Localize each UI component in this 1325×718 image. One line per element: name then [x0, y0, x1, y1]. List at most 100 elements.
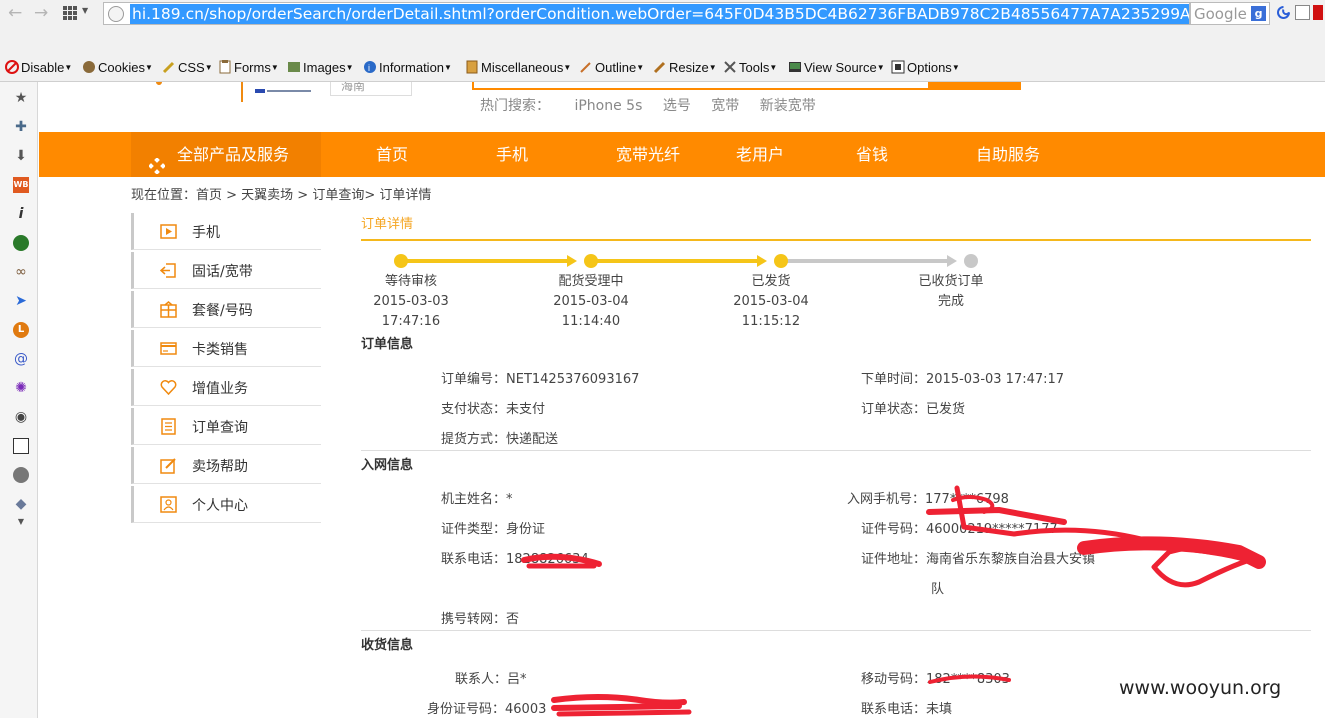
nav-existing-users[interactable]: 老用户 — [736, 132, 784, 177]
contact-person: 联系人：吕* — [455, 672, 527, 687]
hot-search-link[interactable]: 新装宽带 — [760, 98, 816, 114]
options-menu[interactable]: Options▼ — [891, 59, 960, 77]
nav-home[interactable]: 首页 — [376, 132, 408, 177]
site-logo[interactable] — [131, 82, 226, 96]
progress-track-done — [407, 259, 569, 263]
order-time: 下单时间：2015-03-03 17:47:17 — [861, 372, 1065, 387]
id-number: 证件号码：46000219*****7177 — [861, 522, 1058, 537]
qr-icon[interactable] — [13, 438, 29, 454]
progress-track-todo — [787, 259, 949, 263]
nav-phone[interactable]: 手机 — [496, 132, 528, 177]
web-page: 海南 热门搜索： iPhone 5s 选号 宽带 新装宽带 全部产品及服务 首页… — [39, 82, 1325, 718]
web-developer-toolbar: Disable▼ Cookies▼ CSS▼ Forms▼ Images▼ iI… — [0, 55, 1325, 82]
browser-toolbar: ← → ▼ hi.189.cn/shop/orderSearch/orderDe… — [0, 0, 1325, 27]
nav-save-money[interactable]: 省钱 — [856, 132, 888, 177]
logo-divider — [241, 82, 243, 102]
glasses-icon[interactable]: ∞ — [13, 264, 29, 280]
progress-track-done — [597, 259, 759, 263]
information-menu[interactable]: i Information▼ — [363, 59, 452, 77]
google-icon: g — [1251, 6, 1266, 21]
options-icon — [891, 60, 905, 74]
menu-item-personal[interactable]: 个人中心 — [131, 486, 321, 523]
all-products-label: 全部产品及服务 — [177, 145, 290, 164]
bug-icon[interactable]: ✺ — [13, 380, 29, 396]
star-icon[interactable]: ★ — [13, 90, 29, 106]
resize-icon — [653, 60, 667, 74]
puzzle-icon[interactable]: ✚ — [13, 119, 29, 135]
view-source-menu[interactable]: View Source▼ — [788, 59, 885, 77]
tag-icon[interactable]: ◆ — [13, 496, 29, 512]
menu-item-value-added[interactable]: 增值业务 — [131, 369, 321, 406]
disable-menu[interactable]: Disable▼ — [5, 59, 72, 77]
bookmark-icon[interactable] — [1313, 5, 1323, 20]
back-icon[interactable]: ← — [8, 3, 22, 23]
shield-icon[interactable] — [13, 235, 29, 251]
menu-item-help[interactable]: 卖场帮助 — [131, 447, 321, 484]
hot-search-link[interactable]: 选号 — [663, 98, 691, 114]
heart-icon — [160, 379, 177, 396]
view-source-icon — [788, 60, 802, 74]
watermark: www.wooyun.org — [1119, 677, 1282, 699]
progress-arrow — [757, 255, 767, 267]
shipping-contact-phone: 联系电话：未填 — [861, 702, 953, 717]
toolbar-spacer — [0, 27, 1325, 55]
tools-icon — [723, 60, 737, 74]
progress-step-2: 配货受理中 2015-03-04 11:14:40 — [553, 274, 629, 329]
all-products-button[interactable]: 全部产品及服务 — [131, 132, 321, 177]
resize-menu[interactable]: Resize▼ — [653, 59, 717, 77]
menu-item-order-query[interactable]: 订单查询 — [131, 408, 321, 445]
id-type: 证件类型：身份证 — [441, 522, 546, 537]
spiral-icon[interactable]: @ — [13, 351, 29, 367]
mobile-number: 移动号码：182****8303 — [861, 672, 1010, 687]
images-icon — [287, 60, 301, 74]
hot-search-link[interactable]: 宽带 — [711, 98, 739, 114]
nav-broadband[interactable]: 宽带光纤 — [616, 132, 680, 177]
menu-item-phone[interactable]: 手机 — [131, 213, 321, 250]
nav-self-service[interactable]: 自助服务 — [976, 132, 1040, 177]
palette-icon[interactable]: ◉ — [13, 409, 29, 425]
search-box[interactable]: Google g — [1190, 2, 1270, 25]
hot-search-link[interactable]: iPhone 5s — [574, 98, 642, 114]
chevron-down-icon[interactable]: ▼ — [82, 6, 88, 15]
number-porting: 携号转网：否 — [441, 612, 520, 627]
network-info-heading: 入网信息 — [361, 458, 414, 473]
id-address-continued: 队 — [931, 582, 945, 597]
progress-step-dot — [584, 254, 598, 268]
progress-arrow — [947, 255, 957, 267]
section-title-underline — [361, 239, 1311, 241]
browser-sidebar: ★ ✚ ⬇ WB i ∞ ➤ L @ ✺ ◉ ◆ ▼ — [0, 82, 38, 718]
tools-menu[interactable]: Tools▼ — [723, 59, 777, 77]
weibo-icon[interactable]: WB — [13, 177, 29, 193]
region-select[interactable]: 海南 — [330, 82, 412, 96]
search-button[interactable] — [930, 82, 1021, 90]
progress-arrow — [567, 255, 577, 267]
owner-name: 机主姓名：* — [441, 492, 513, 507]
lastpass-icon[interactable]: L — [13, 322, 29, 338]
search-input[interactable] — [472, 82, 930, 90]
shipping-id-number: 身份证号码：46003 — [427, 702, 547, 717]
apps-grid-icon[interactable] — [63, 5, 77, 20]
swirl-icon[interactable] — [1276, 5, 1291, 20]
globe-icon[interactable] — [13, 467, 29, 483]
address-bar[interactable]: hi.189.cn/shop/orderSearch/orderDetail.s… — [103, 2, 1190, 25]
globe-icon — [108, 6, 124, 22]
menu-item-landline[interactable]: 固话/宽带 — [131, 252, 321, 289]
info-icon[interactable]: i — [13, 206, 29, 222]
menu-item-cards[interactable]: 卡类销售 — [131, 330, 321, 367]
css-menu[interactable]: CSS▼ — [162, 59, 213, 77]
page-icon[interactable] — [1295, 5, 1310, 20]
cookies-menu[interactable]: Cookies▼ — [82, 59, 153, 77]
download-icon[interactable]: ⬇ — [13, 148, 29, 164]
cursor-icon[interactable]: ➤ — [13, 293, 29, 309]
disable-icon — [5, 60, 19, 74]
outline-menu[interactable]: Outline▼ — [579, 59, 644, 77]
forward-icon[interactable]: → — [34, 3, 48, 23]
forms-menu[interactable]: Forms▼ — [218, 59, 279, 77]
main-nav: 全部产品及服务 首页 手机 宽带光纤 老用户 省钱 自助服务 — [39, 132, 1325, 177]
chevron-down-icon[interactable]: ▼ — [13, 514, 29, 530]
forms-icon — [218, 60, 232, 74]
miscellaneous-menu[interactable]: Miscellaneous▼ — [465, 59, 571, 77]
url-text[interactable]: hi.189.cn/shop/orderSearch/orderDetail.s… — [130, 4, 1189, 24]
menu-item-package[interactable]: 套餐/号码 — [131, 291, 321, 328]
images-menu[interactable]: Images▼ — [287, 59, 354, 77]
